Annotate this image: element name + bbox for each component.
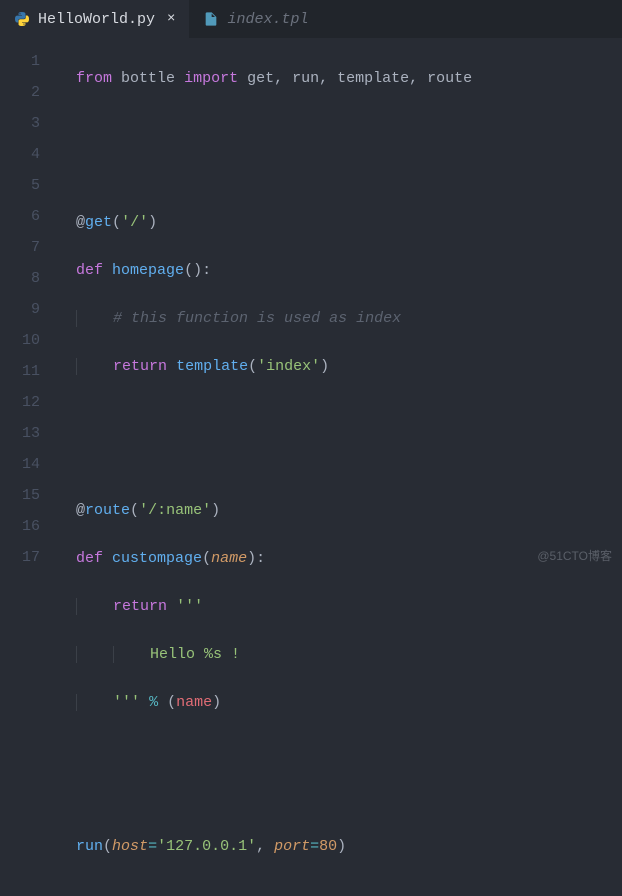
code-line bbox=[58, 735, 622, 766]
file-icon bbox=[203, 11, 219, 27]
code-line bbox=[58, 447, 622, 478]
line-number: 17 bbox=[0, 542, 58, 573]
editor: 1 2 3 4 5 6 7 8 9 10 11 12 13 14 15 16 1… bbox=[0, 38, 622, 570]
line-number: 16 bbox=[0, 511, 58, 542]
tab-helloworld[interactable]: HelloWorld.py × bbox=[0, 0, 189, 38]
line-number: 11 bbox=[0, 356, 58, 387]
tab-bar: HelloWorld.py × index.tpl bbox=[0, 0, 622, 38]
python-icon bbox=[14, 11, 30, 27]
line-number: 15 bbox=[0, 480, 58, 511]
line-number: 7 bbox=[0, 232, 58, 263]
code-line bbox=[58, 111, 622, 142]
code-line: return template('index') bbox=[58, 351, 622, 382]
tab-label: HelloWorld.py bbox=[38, 11, 155, 28]
code-line: run(host='127.0.0.1', port=80) bbox=[58, 831, 622, 862]
line-number: 4 bbox=[0, 139, 58, 170]
line-number: 13 bbox=[0, 418, 58, 449]
line-number: 1 bbox=[0, 46, 58, 77]
tab-label: index.tpl bbox=[227, 11, 308, 28]
line-number: 3 bbox=[0, 108, 58, 139]
close-icon[interactable]: × bbox=[167, 11, 175, 27]
code-line: # this function is used as index bbox=[58, 303, 622, 334]
line-number: 9 bbox=[0, 294, 58, 325]
code-line: @route('/:name') bbox=[58, 495, 622, 526]
line-number: 10 bbox=[0, 325, 58, 356]
line-number: 5 bbox=[0, 170, 58, 201]
watermark: @51CTO博客 bbox=[537, 547, 612, 564]
code-area[interactable]: from bottle import get, run, template, r… bbox=[58, 38, 622, 570]
code-line: from bottle import get, run, template, r… bbox=[58, 63, 622, 94]
line-number: 12 bbox=[0, 387, 58, 418]
code-line bbox=[58, 159, 622, 190]
code-line bbox=[58, 399, 622, 430]
line-number: 6 bbox=[0, 201, 58, 232]
tab-indextpl[interactable]: index.tpl bbox=[189, 0, 322, 38]
code-line bbox=[58, 783, 622, 814]
code-line: return ''' bbox=[58, 591, 622, 622]
line-number: 14 bbox=[0, 449, 58, 480]
code-line: @get('/') bbox=[58, 207, 622, 238]
code-line: Hello %s ! bbox=[58, 639, 622, 670]
line-gutter: 1 2 3 4 5 6 7 8 9 10 11 12 13 14 15 16 1… bbox=[0, 38, 58, 570]
line-number: 8 bbox=[0, 263, 58, 294]
code-line: def homepage(): bbox=[58, 255, 622, 286]
line-number: 2 bbox=[0, 77, 58, 108]
code-line: ''' % (name) bbox=[58, 687, 622, 718]
